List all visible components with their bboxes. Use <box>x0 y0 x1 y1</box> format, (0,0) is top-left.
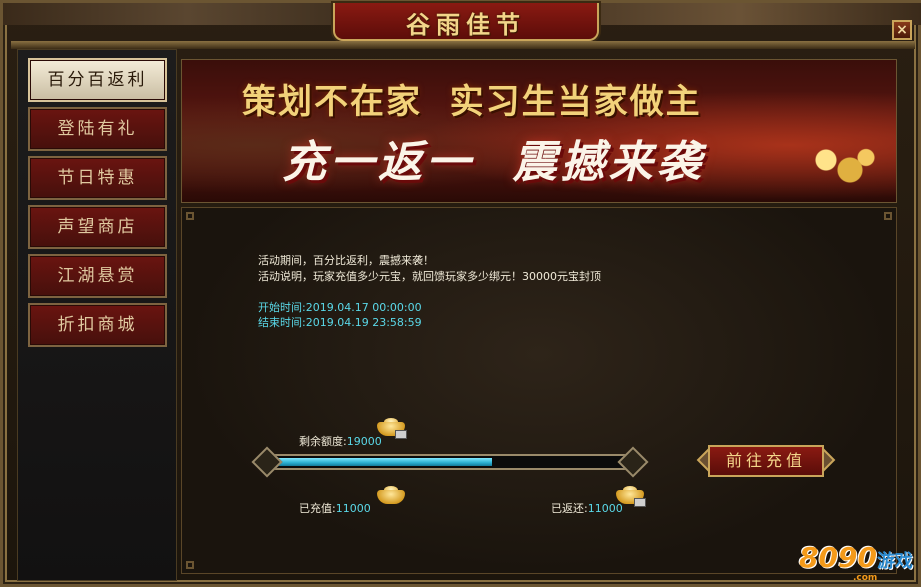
header-divider <box>11 41 915 49</box>
sidebar-item-label: 节日特惠 <box>57 168 138 188</box>
go-recharge-button[interactable]: 前往充值 <box>696 442 836 480</box>
remaining-quota-label: 剩余额度: <box>298 435 347 448</box>
event-content-panel: 活动期间，百分比返利，震撼来袭！ 活动说明，玩家充值多少元宝，就回馈玩家多少绑元… <box>181 207 897 574</box>
returned-label: 已返还: <box>550 502 588 515</box>
sidebar-item-reputation-shop[interactable]: 声望商店 <box>28 205 167 249</box>
sidebar-item-label: 声望商店 <box>57 217 138 237</box>
activity-period-text: 活动期间，百分比返利，震撼来袭！ <box>258 254 434 267</box>
activity-description-text: 活动说明，玩家充值多少元宝，就回馈玩家多少绑元！30000元宝封顶 <box>258 270 601 283</box>
start-time-label: 开始时间: <box>258 301 306 314</box>
progress-diamond-icon <box>617 446 649 478</box>
rebate-progress-bar <box>251 446 649 478</box>
sidebar-item-holiday-deal[interactable]: 节日特惠 <box>28 156 167 200</box>
sidebar-item-discount-mall[interactable]: 折扣商城 <box>28 303 167 347</box>
banner-headline: 策划不在家 实习生当家做主 <box>242 82 702 122</box>
gold-ingot-icon <box>614 484 646 507</box>
returned-amount: 已返还:11000 <box>530 487 623 529</box>
logo-com: .com <box>853 573 878 583</box>
banner-slogan: 充一返一 震撼来袭 <box>282 137 705 188</box>
start-time-value: 2019.04.17 00:00:00 <box>305 301 422 314</box>
end-time-label: 结束时间: <box>258 316 306 329</box>
close-button[interactable]: × <box>892 20 912 40</box>
gold-ingot-icon <box>375 416 407 439</box>
go-recharge-label: 前往充值 <box>708 445 824 477</box>
site-logo: 8090游戏 .com <box>799 541 913 583</box>
charged-amount: 已充值:11000 <box>278 487 371 529</box>
sidebar-item-label: 折扣商城 <box>57 315 138 335</box>
event-window: 谷雨佳节 × 百分百返利 登陆有礼 节日特惠 声望商店 江湖悬赏 折扣商城 策划… <box>0 0 921 587</box>
sidebar-item-login-gift[interactable]: 登陆有礼 <box>28 107 167 151</box>
panel-corner <box>186 561 194 569</box>
charged-value: 11000 <box>335 502 371 515</box>
panel-corner <box>186 212 194 220</box>
progress-track <box>270 454 630 470</box>
sidebar-item-label: 登陆有礼 <box>57 119 138 139</box>
coins-decoration <box>802 140 882 190</box>
activity-end-time: 结束时间:2019.04.19 23:58:59 <box>258 314 422 330</box>
panel-corner <box>884 212 892 220</box>
activity-start-time: 开始时间:2019.04.17 00:00:00 <box>258 299 422 315</box>
end-time-value: 2019.04.19 23:58:59 <box>305 316 422 329</box>
sidebar-item-bounty[interactable]: 江湖悬赏 <box>28 254 167 298</box>
gold-ingot-icon <box>375 484 407 506</box>
window-title: 谷雨佳节 <box>406 10 526 39</box>
sidebar: 百分百返利 登陆有礼 节日特惠 声望商店 江湖悬赏 折扣商城 <box>17 49 177 581</box>
event-banner: 策划不在家 实习生当家做主 充一返一 震撼来袭 <box>181 59 897 203</box>
logo-digits: 8090 <box>799 541 877 574</box>
sidebar-item-label: 百分百返利 <box>47 70 148 90</box>
sidebar-item-label: 江湖悬赏 <box>57 266 138 286</box>
progress-diamond-icon <box>251 446 283 478</box>
sidebar-item-rebate[interactable]: 百分百返利 <box>28 58 167 102</box>
logo-cn: 游戏 <box>876 551 913 572</box>
close-icon: × <box>896 22 908 38</box>
window-title-plate: 谷雨佳节 <box>333 3 599 41</box>
charged-label: 已充值: <box>298 502 336 515</box>
progress-fill <box>274 458 492 466</box>
